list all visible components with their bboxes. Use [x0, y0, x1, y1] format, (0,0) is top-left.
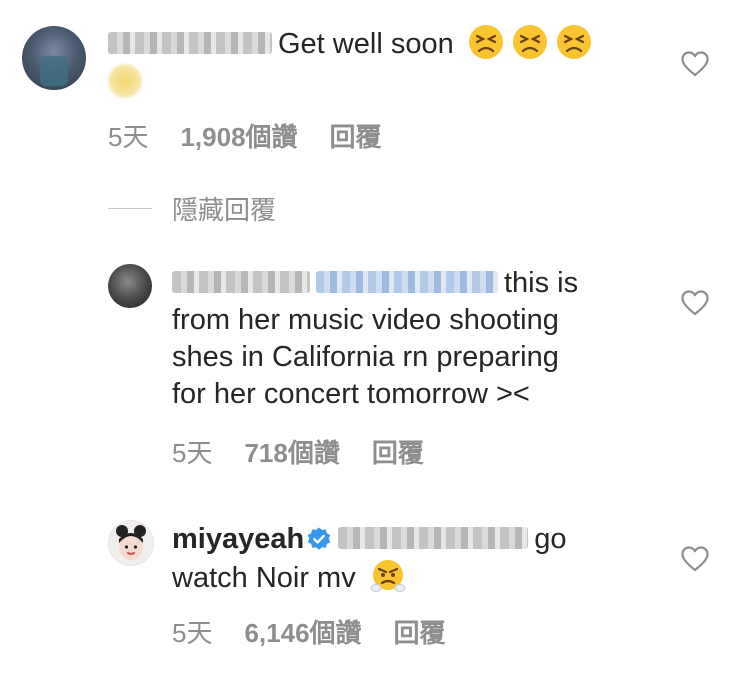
blurred-username[interactable] [172, 271, 310, 294]
blurred-mention[interactable] [316, 271, 498, 294]
verified-badge-icon [306, 525, 332, 551]
hide-replies-label: 隱藏回覆 [172, 195, 277, 225]
comment-text: this is from her music video shooting sh… [172, 267, 579, 410]
timestamp: 5天 [172, 438, 213, 468]
timestamp: 5天 [172, 618, 213, 648]
timestamp: 5天 [108, 122, 149, 152]
comment-meta: 5天 718個讚 回覆 [172, 433, 456, 470]
comment-meta: 5天 1,908個讚 回覆 [108, 117, 414, 154]
avatar[interactable] [108, 264, 152, 308]
likes-count[interactable]: 718個讚 [244, 438, 339, 468]
heart-outline-icon[interactable] [681, 546, 709, 572]
avatar-illustration [116, 525, 146, 560]
blurred-mention[interactable] [338, 527, 529, 550]
avatar[interactable] [22, 26, 86, 90]
persevering-face-emoji [512, 24, 548, 60]
reply-button[interactable]: 回覆 [330, 122, 382, 152]
comment-meta: 5天 6,146個讚 回覆 [172, 613, 478, 650]
face-with-steam-emoji [370, 558, 406, 594]
reply-button[interactable]: 回覆 [372, 438, 424, 468]
likes-count[interactable]: 1,908個讚 [180, 122, 297, 152]
avatar[interactable] [108, 520, 154, 566]
blurred-username[interactable] [108, 32, 272, 55]
blurred-emoji [108, 64, 142, 98]
comment-text: Get well soon [108, 24, 592, 63]
username[interactable]: miyayeah [172, 523, 304, 555]
heart-outline-icon[interactable] [681, 51, 709, 77]
heart-outline-icon[interactable] [681, 290, 709, 316]
divider [108, 208, 152, 209]
reply-button[interactable]: 回覆 [394, 618, 446, 648]
persevering-face-emoji [468, 24, 504, 60]
hide-replies-button[interactable]: 隱藏回覆 [108, 190, 276, 227]
likes-count[interactable]: 6,146個讚 [244, 618, 361, 648]
persevering-face-emoji [556, 24, 592, 60]
comment-text: miyayeah go watch Noir mv [172, 523, 567, 594]
comment-1: Get well soon 5天 1,908個讚 回覆 [0, 0, 750, 170]
